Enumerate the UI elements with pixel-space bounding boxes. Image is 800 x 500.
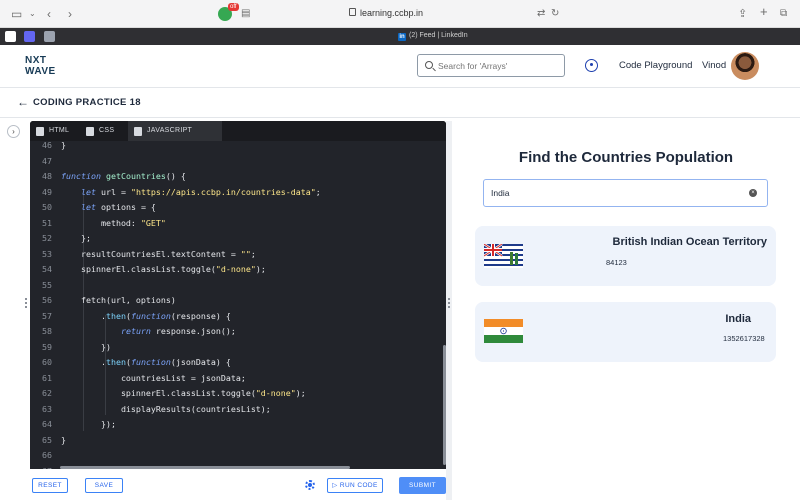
- code-playground-link[interactable]: Code Playground: [619, 60, 692, 71]
- code-line: 65}: [42, 435, 66, 445]
- linkedin-icon: in: [398, 33, 406, 41]
- code-line: 66: [42, 450, 52, 460]
- reload-icon[interactable]: ↻: [551, 6, 559, 22]
- app-header: NXT WAVE Code Playground Vinod: [0, 45, 800, 88]
- code-line: 53 resultCountriesEl.textContent = "";: [42, 249, 256, 259]
- code-line: 56 fetch(url, options): [42, 295, 176, 305]
- country-search[interactable]: ×: [483, 179, 768, 207]
- country-search-input[interactable]: [491, 186, 741, 200]
- left-drag-handle[interactable]: [25, 298, 27, 310]
- submit-button[interactable]: SUBMIT: [399, 477, 446, 494]
- country-population: 84123: [606, 258, 627, 267]
- tab-bar: in (2) Feed | LinkedIn: [0, 28, 800, 45]
- code-line: 55: [42, 280, 52, 290]
- code-line: 48 function getCountries() {: [42, 171, 186, 181]
- editor-actions: RESET SAVE ▷ RUN CODE SUBMIT: [30, 469, 446, 500]
- code-line: 62 spinnerEl.classList.toggle("d-none");: [42, 388, 306, 398]
- play-icon: ▷: [332, 482, 340, 489]
- chevron-down-icon[interactable]: ⌄: [29, 6, 36, 22]
- code-line: 61 countriesList = jsonData;: [42, 373, 246, 383]
- country-population: 1352617328: [723, 334, 765, 343]
- british-indian-ocean-territory-flag-icon: [484, 244, 523, 268]
- code-line: 54 spinnerEl.classList.toggle("d-none");: [42, 264, 266, 274]
- browser-toolbar: ▭ ⌄ ‹ › off ▤ learning.ccbp.in ⇄ ↻ ⇪ + ⧉: [0, 0, 800, 28]
- logo-line-2: WAVE: [25, 66, 56, 77]
- favicon-b-icon[interactable]: [24, 31, 35, 42]
- output-preview: Find the Countries Population × British …: [452, 121, 800, 500]
- active-tab[interactable]: in (2) Feed | LinkedIn: [398, 32, 468, 41]
- country-card: India 1352617328: [475, 302, 776, 362]
- practice-header: ← CODING PRACTICE 18: [0, 88, 800, 118]
- new-tab-icon[interactable]: +: [760, 4, 768, 20]
- country-name: India: [725, 313, 751, 325]
- preview-heading: Find the Countries Population: [518, 149, 734, 166]
- html-file-icon: [36, 127, 44, 136]
- user-name[interactable]: Vinod: [702, 60, 726, 71]
- favicon-c-icon[interactable]: [44, 31, 55, 42]
- search-input[interactable]: [438, 58, 558, 73]
- tab-label: JAVASCRIPT: [147, 127, 193, 134]
- code-line: 58 return response.json();: [42, 326, 236, 336]
- reset-button[interactable]: RESET: [32, 478, 68, 493]
- tab-title: (2) Feed | LinkedIn: [409, 32, 468, 39]
- back-arrow-icon[interactable]: ←: [17, 95, 29, 109]
- country-card: British Indian Ocean Territory 84123: [475, 226, 776, 286]
- nxtwave-logo[interactable]: NXT WAVE: [25, 55, 56, 77]
- lock-icon: [349, 8, 356, 16]
- extension-badge: off: [228, 3, 239, 11]
- translate-icon[interactable]: ⇄: [537, 6, 545, 22]
- code-line: 50 let options = {: [42, 202, 156, 212]
- code-line: 46}: [42, 140, 66, 150]
- reader-icon[interactable]: ▤: [241, 6, 250, 22]
- settings-icon[interactable]: [305, 480, 315, 490]
- india-flag-icon: [484, 319, 523, 343]
- code-line: 52 };: [42, 233, 91, 243]
- search-icon: [425, 61, 433, 69]
- back-icon[interactable]: ‹: [47, 6, 51, 22]
- code-line: 64 });: [42, 419, 116, 429]
- page-title: CODING PRACTICE 18: [33, 97, 141, 108]
- tab-overview-icon[interactable]: ⧉: [780, 6, 787, 22]
- streak-icon[interactable]: [585, 59, 598, 72]
- save-button[interactable]: SAVE: [85, 478, 123, 493]
- code-line: 60 .then(function(jsonData) {: [42, 357, 231, 367]
- clear-icon[interactable]: ×: [749, 189, 757, 197]
- forward-icon[interactable]: ›: [68, 6, 72, 22]
- tab-label: HTML: [49, 127, 70, 134]
- code-line: 63 displayResults(countriesList);: [42, 404, 271, 414]
- code-line: 47: [42, 156, 52, 166]
- code-line: 59 }): [42, 342, 111, 352]
- country-name: British Indian Ocean Territory: [612, 236, 767, 248]
- code-line: 49 let url = "https://apis.ccbp.in/count…: [42, 187, 321, 197]
- favicon-icon[interactable]: [5, 31, 16, 42]
- run-code-label: RUN CODE: [339, 482, 378, 489]
- code-line: 51 method: "GET": [42, 218, 166, 228]
- css-file-icon: [86, 127, 94, 136]
- global-search[interactable]: [417, 54, 565, 77]
- run-code-button[interactable]: ▷ RUN CODE: [327, 478, 383, 493]
- js-file-icon: [134, 127, 142, 136]
- logo-line-1: NXT: [25, 55, 47, 66]
- expand-panel-icon[interactable]: ›: [7, 125, 20, 138]
- tab-label: CSS: [99, 127, 115, 134]
- drag-handle-icon[interactable]: [448, 298, 450, 310]
- address-bar[interactable]: learning.ccbp.in: [360, 8, 423, 18]
- code-editor[interactable]: HTML CSS JAVASCRIPT 46} 47 48 function ge…: [30, 121, 446, 469]
- sidebar-toggle-icon[interactable]: ▭: [11, 6, 22, 22]
- share-icon[interactable]: ⇪: [738, 6, 747, 22]
- code-line: 57 .then(function(response) {: [42, 311, 231, 321]
- avatar[interactable]: [731, 52, 759, 80]
- code-area[interactable]: 46} 47 48 function getCountries() { 49 le…: [30, 140, 446, 469]
